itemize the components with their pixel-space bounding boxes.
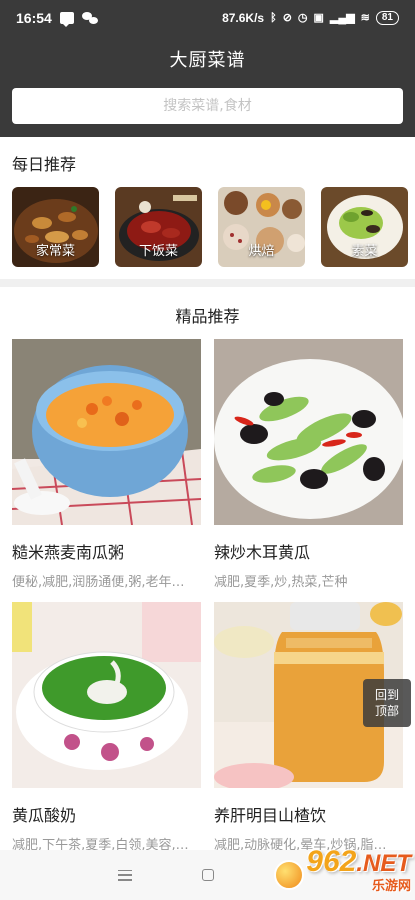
top-header: 16:54 87.6K/s ᛒ ⊘ ◷ ▣ ▂▄▆ ≋ 81 大厨菜谱 bbox=[0, 0, 415, 137]
category-label: 家常菜 bbox=[35, 244, 75, 259]
status-time: 16:54 bbox=[16, 10, 52, 26]
signal-icon: ▂▄▆ bbox=[329, 11, 355, 24]
recipe-image bbox=[214, 339, 403, 525]
back-to-top-label: 回到 顶部 bbox=[375, 687, 399, 719]
net-speed: 87.6K/s bbox=[222, 11, 265, 25]
search-input[interactable] bbox=[12, 88, 403, 124]
battery-icon: 81 bbox=[375, 11, 399, 25]
category-label: 素菜 bbox=[351, 244, 378, 259]
app-screen: 16:54 87.6K/s ᛒ ⊘ ◷ ▣ ▂▄▆ ≋ 81 大厨菜谱 每日推荐 bbox=[0, 0, 415, 900]
recipe-tags: 便秘,减肥,润肠通便,粥,老年… bbox=[12, 575, 185, 590]
category-label: 下饭菜 bbox=[138, 244, 178, 259]
page-title: 大厨菜谱 bbox=[169, 50, 246, 71]
watermark-logo: 962.NET bbox=[306, 847, 411, 877]
cucumber-yogurt-photo bbox=[12, 602, 201, 788]
featured-title: 精品推荐 bbox=[0, 287, 415, 339]
mute-icon: ⊘ bbox=[282, 11, 292, 24]
recipe-name: 辣炒木耳黄瓜 bbox=[214, 543, 311, 562]
status-right: 87.6K/s ᛒ ⊘ ◷ ▣ ▂▄▆ ≋ 81 bbox=[222, 11, 399, 25]
recipe-image bbox=[12, 602, 201, 788]
daily-title: 每日推荐 bbox=[12, 155, 77, 174]
home-icon[interactable] bbox=[201, 869, 214, 881]
wechat-icon bbox=[81, 12, 98, 24]
hd-icon: ▣ bbox=[313, 11, 324, 24]
category-card-rice-dish[interactable]: 下饭菜 bbox=[115, 187, 202, 267]
back-to-top-line2: 顶部 bbox=[374, 704, 399, 718]
category-card-vegetarian[interactable]: 素菜 bbox=[321, 187, 408, 267]
recipe-tags: 减肥,夏季,炒,热菜,芒种 bbox=[214, 575, 348, 590]
daily-recommend-section: 每日推荐 家常菜 下饭菜 烘焙 素菜 bbox=[0, 137, 415, 279]
watermark-subtitle: 乐游网 bbox=[371, 879, 411, 894]
recipe-card[interactable]: 黄瓜酸奶 减肥,下午茶,夏季,白领,美容,… bbox=[12, 602, 201, 853]
site-watermark: 962.NET 乐游网 bbox=[274, 847, 411, 894]
recipe-card[interactable]: 辣炒木耳黄瓜 减肥,夏季,炒,热菜,芒种 bbox=[214, 339, 403, 590]
pumpkin-porridge-photo bbox=[12, 339, 201, 525]
category-card-baking[interactable]: 烘焙 bbox=[218, 187, 305, 267]
watermark-logo-number: 962 bbox=[306, 845, 357, 878]
wifi-icon: ≋ bbox=[360, 11, 370, 24]
section-divider bbox=[0, 279, 415, 287]
category-label: 烘焙 bbox=[248, 244, 275, 259]
cucumber-fungus-photo bbox=[214, 339, 403, 525]
watermark-logo-suffix: .NET bbox=[356, 850, 411, 877]
recipe-grid: 糙米燕麦南瓜粥 便秘,减肥,润肠通便,粥,老年… 辣炒木耳黄瓜 减肥,夏季,炒,… bbox=[0, 339, 415, 865]
status-bar: 16:54 87.6K/s ᛒ ⊘ ◷ ▣ ▂▄▆ ≋ 81 bbox=[0, 0, 415, 36]
category-card-home-cooking[interactable]: 家常菜 bbox=[12, 187, 99, 267]
recipe-name: 黄瓜酸奶 bbox=[12, 806, 77, 825]
recipe-name: 养肝明目山楂饮 bbox=[214, 806, 327, 825]
search-box bbox=[12, 88, 403, 124]
back-to-top-button[interactable]: 回到 顶部 bbox=[363, 679, 411, 727]
recipe-card[interactable]: 养肝明目山楂饮 减肥,动脉硬化,晕车,炒锅,脂… bbox=[214, 602, 403, 853]
category-list: 家常菜 下饭菜 烘焙 素菜 bbox=[12, 187, 415, 267]
recipe-name: 糙米燕麦南瓜粥 bbox=[12, 543, 125, 562]
recipe-card[interactable]: 糙米燕麦南瓜粥 便秘,减肥,润肠通便,粥,老年… bbox=[12, 339, 201, 590]
message-icon bbox=[59, 12, 74, 27]
menu-icon[interactable] bbox=[117, 869, 132, 881]
alarm-icon: ◷ bbox=[297, 11, 308, 24]
back-to-top-line1: 回到 bbox=[374, 688, 399, 702]
recipe-image bbox=[12, 339, 201, 525]
status-left: 16:54 bbox=[16, 10, 98, 27]
bluetooth-icon: ᛒ bbox=[270, 11, 277, 24]
